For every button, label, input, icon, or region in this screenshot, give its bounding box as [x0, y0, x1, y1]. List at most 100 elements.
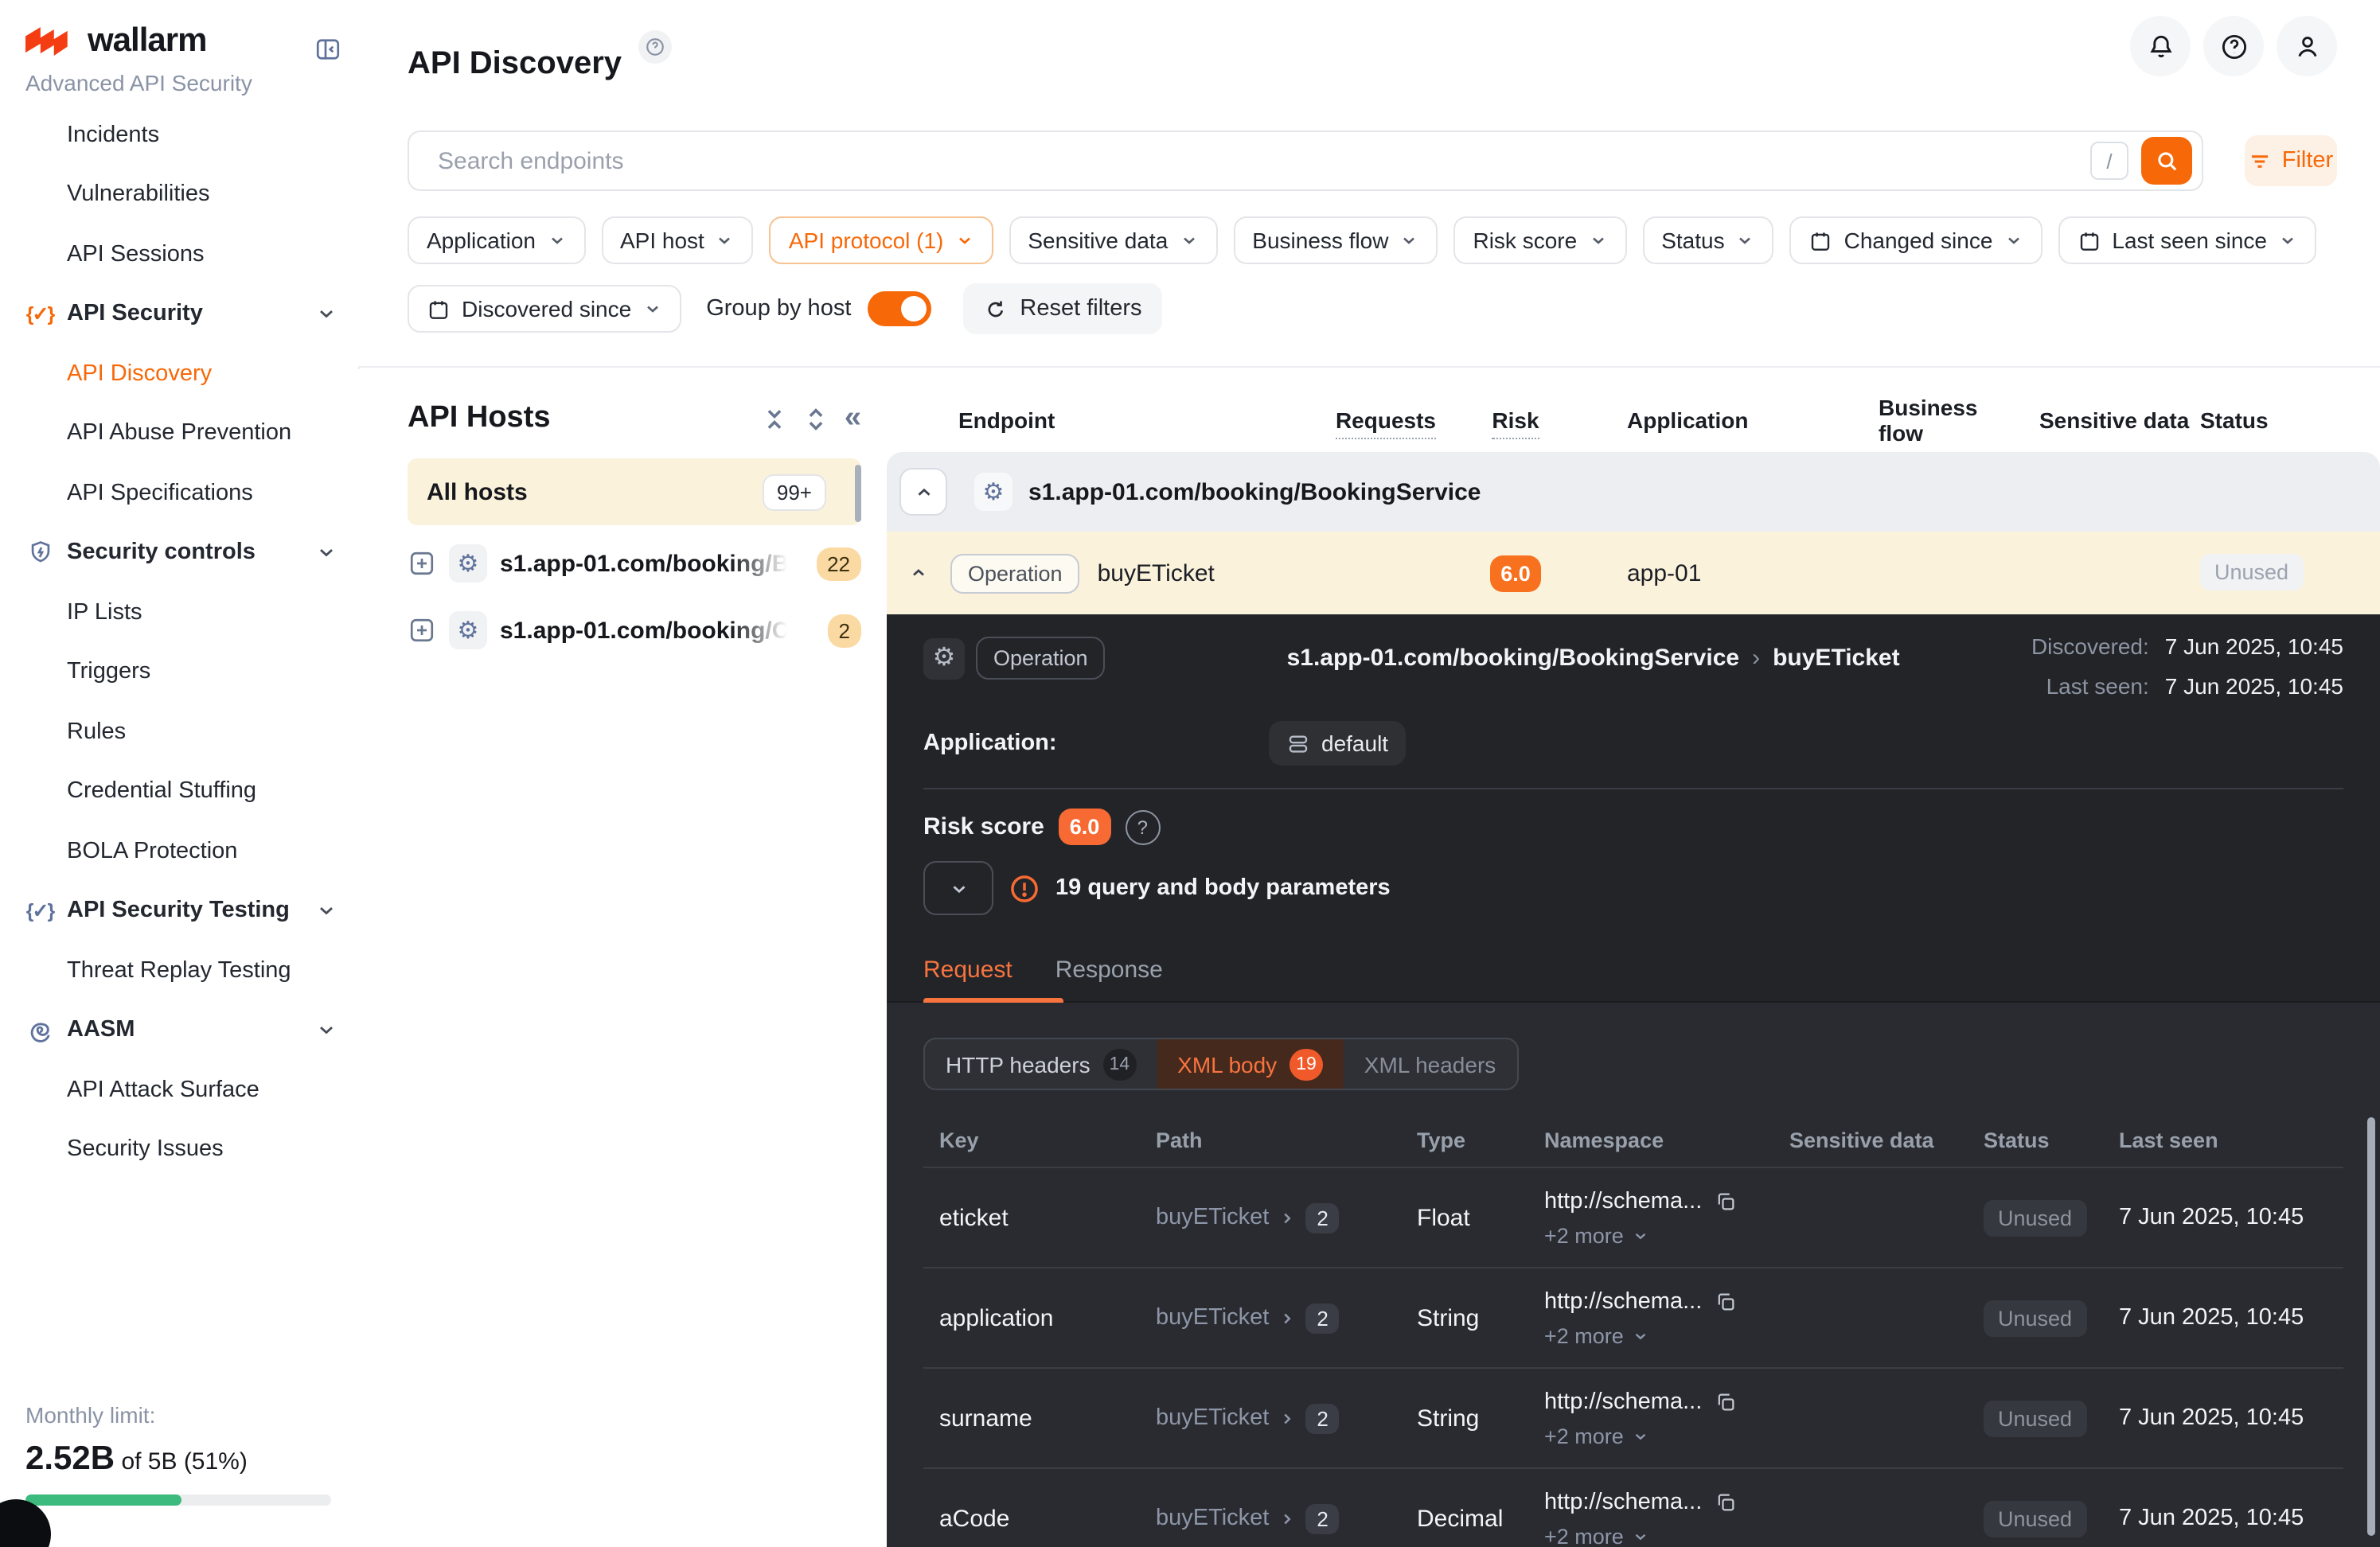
filter-chip-status[interactable]: Status: [1642, 216, 1773, 264]
copy-icon[interactable]: [1715, 1390, 1737, 1413]
collapse-operation-icon[interactable]: [887, 563, 950, 583]
sidebar-item-vulnerabilities[interactable]: Vulnerabilities: [0, 165, 358, 224]
column-risk-sort[interactable]: Risk: [1492, 407, 1539, 439]
brand-logo: wallarm: [25, 22, 206, 60]
collapse-group-button[interactable]: [899, 468, 947, 516]
chevron-down-icon: [1632, 1527, 1649, 1545]
param-row-acode[interactable]: aCode buyETicket2 Decimal http://schema.…: [923, 1469, 2343, 1547]
sidebar-item-incidents[interactable]: Incidents: [0, 105, 358, 165]
column-application: Application: [1595, 407, 1837, 433]
search-shortcut-key: /: [2090, 142, 2128, 180]
filters-toolbar: / Filter Application API host API protoc…: [358, 92, 2380, 368]
column-business-flow: Business flow: [1837, 395, 2012, 446]
column-endpoint: Endpoint: [950, 407, 1315, 433]
filter-chip-api-protocol[interactable]: API protocol (1): [770, 216, 993, 264]
copy-icon[interactable]: [1715, 1490, 1737, 1513]
risk-score-badge[interactable]: 6.0: [1489, 555, 1542, 591]
reset-filters-button[interactable]: Reset filters: [962, 283, 1162, 334]
namespace-more-toggle[interactable]: +2 more: [1544, 1524, 1773, 1547]
monthly-limit-used: 2.52B: [25, 1440, 115, 1477]
filter-chip-discovered-since[interactable]: Discovered since: [408, 285, 681, 333]
namespace-more-toggle[interactable]: +2 more: [1544, 1424, 1773, 1448]
status-badge: Unused: [2200, 554, 2303, 590]
namespace-more-toggle[interactable]: +2 more: [1544, 1223, 1773, 1247]
filter-button[interactable]: Filter: [2245, 135, 2337, 186]
expand-plus-icon[interactable]: [408, 549, 436, 578]
namespace-more-toggle[interactable]: +2 more: [1544, 1323, 1773, 1347]
sidebar-item-api-abuse-prevention[interactable]: API Abuse Prevention: [0, 403, 358, 463]
filter-chip-business-flow[interactable]: Business flow: [1233, 216, 1438, 264]
spiral-icon: [21, 1016, 59, 1045]
user-profile-icon[interactable]: [2277, 16, 2337, 76]
search-button[interactable]: [2141, 137, 2192, 185]
column-requests-sort[interactable]: Requests: [1336, 407, 1436, 439]
detail-breadcrumb: s1.app-01.com/booking/BookingService › b…: [1287, 645, 1900, 672]
all-hosts-label: All hosts: [427, 478, 528, 505]
group-by-host-toggle[interactable]: [867, 291, 931, 326]
segment-xml-body[interactable]: XML body 19: [1157, 1039, 1344, 1089]
page-help-icon[interactable]: [638, 30, 672, 64]
segment-http-headers[interactable]: HTTP headers 14: [925, 1039, 1157, 1089]
chat-widget[interactable]: [0, 1499, 51, 1547]
topbar: API Discovery: [358, 0, 2380, 94]
filter-chip-sensitive-data[interactable]: Sensitive data: [1009, 216, 1217, 264]
expand-params-button[interactable]: [923, 861, 993, 915]
search-input[interactable]: [435, 146, 2090, 176]
filter-chip-api-host[interactable]: API host: [601, 216, 754, 264]
operation-row-selected[interactable]: Operation buyETicket 6.0 app-01 Unused: [887, 532, 2380, 614]
help-icon[interactable]: [2203, 16, 2264, 76]
segment-xml-headers[interactable]: XML headers: [1344, 1039, 1517, 1089]
sidebar-item-triggers[interactable]: Triggers: [0, 642, 358, 702]
monthly-limit-total: of 5B (51%): [121, 1448, 247, 1475]
sidebar-item-api-sessions[interactable]: API Sessions: [0, 224, 358, 284]
filter-chip-last-seen-since[interactable]: Last seen since: [2058, 216, 2316, 264]
sidebar-item-credential-stuffing[interactable]: Credential Stuffing: [0, 762, 358, 821]
tab-response[interactable]: Response: [1055, 957, 1163, 1003]
copy-icon[interactable]: [1715, 1290, 1737, 1312]
monthly-limit-label: Monthly limit:: [25, 1402, 331, 1428]
sidebar-item-rules[interactable]: Rules: [0, 702, 358, 762]
sidebar-item-api-discovery[interactable]: API Discovery: [0, 344, 358, 403]
chevron-down-icon: [1632, 1427, 1649, 1444]
risk-help-icon[interactable]: ?: [1125, 809, 1160, 844]
detail-scrollbar-thumb[interactable]: [2367, 1117, 2375, 1536]
param-row-eticket[interactable]: eticket buyETicket2 Float http://schema.…: [923, 1168, 2343, 1268]
hosts-scrollbar-thumb[interactable]: [855, 465, 861, 522]
braces-check-icon: {✓}: [21, 899, 59, 923]
chevron-down-icon: [1632, 1327, 1649, 1344]
sidebar-item-api-security[interactable]: {✓} API Security: [0, 284, 358, 344]
application-chip[interactable]: default: [1269, 721, 1406, 766]
column-status: Status: [1968, 1128, 2103, 1151]
filter-lines-icon: [2249, 149, 2273, 173]
tab-request[interactable]: Request: [923, 957, 1012, 1003]
sidebar-item-api-attack-surface[interactable]: API Attack Surface: [0, 1060, 358, 1120]
notifications-bell-icon[interactable]: [2130, 16, 2191, 76]
sidebar-item-api-specifications[interactable]: API Specifications: [0, 463, 358, 523]
collapse-all-icon[interactable]: [762, 405, 789, 432]
sidebar-item-security-issues[interactable]: Security Issues: [0, 1120, 358, 1179]
detail-risk-score: Risk score 6.0 ?: [887, 789, 2380, 845]
filter-chip-risk-score[interactable]: Risk score: [1453, 216, 1626, 264]
endpoint-group-row[interactable]: ⚙ s1.app-01.com/booking/BookingService: [887, 452, 2380, 532]
host-item-offerservice[interactable]: ⚙ s1.app-01.com/booking/Offer 2: [408, 602, 861, 659]
param-row-surname[interactable]: surname buyETicket2 String http://schema…: [923, 1369, 2343, 1469]
expand-all-icon[interactable]: [803, 405, 830, 432]
sidebar-collapse-icon[interactable]: [314, 35, 342, 64]
sidebar-item-aasm[interactable]: AASM: [0, 1000, 358, 1060]
sidebar-item-ip-lists[interactable]: IP Lists: [0, 583, 358, 642]
collapse-panel-icon[interactable]: «: [845, 402, 861, 432]
server-icon: [1286, 731, 1310, 755]
copy-icon[interactable]: [1715, 1190, 1737, 1212]
param-row-application[interactable]: application buyETicket2 String http://sc…: [923, 1268, 2343, 1369]
host-item-bookingservice[interactable]: ⚙ s1.app-01.com/booking/Book 22: [408, 535, 861, 592]
filter-chip-changed-since[interactable]: Changed since: [1790, 216, 2043, 264]
sidebar-item-api-security-testing[interactable]: {✓} API Security Testing: [0, 881, 358, 941]
chevron-down-icon: [315, 303, 337, 325]
all-hosts-item[interactable]: All hosts 99+: [408, 458, 861, 525]
chevron-down-icon: [315, 542, 337, 564]
expand-plus-icon[interactable]: [408, 616, 436, 645]
sidebar-item-bola-protection[interactable]: BOLA Protection: [0, 821, 358, 881]
sidebar-item-security-controls[interactable]: Security controls: [0, 523, 358, 583]
filter-chip-application[interactable]: Application: [408, 216, 585, 264]
sidebar-item-threat-replay-testing[interactable]: Threat Replay Testing: [0, 941, 358, 1000]
